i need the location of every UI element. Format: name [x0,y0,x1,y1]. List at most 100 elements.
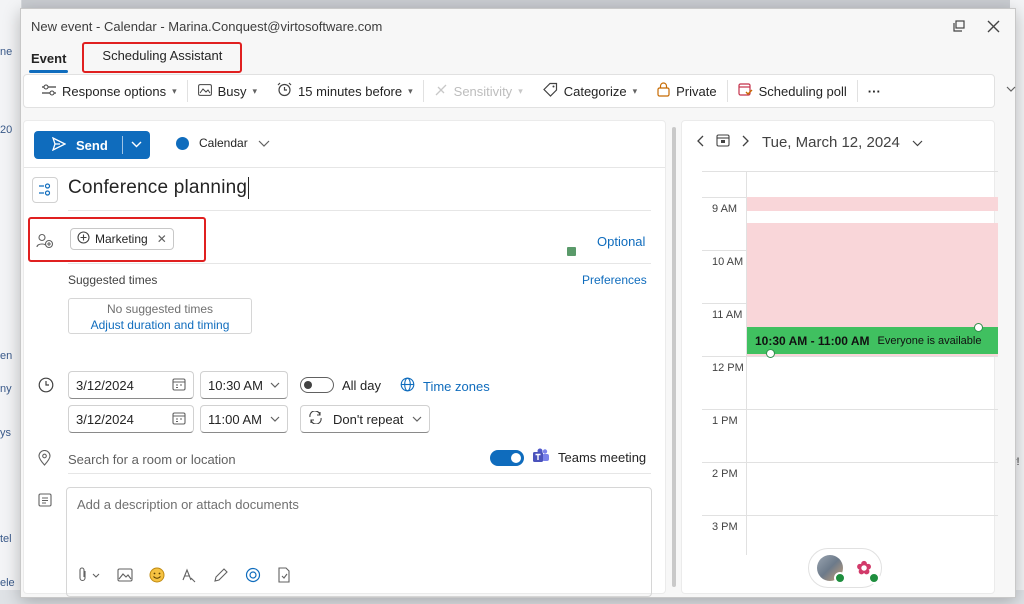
categorize-button[interactable]: Categorize ▾ [533,75,647,107]
sensitivity-label: Sensitivity [453,83,513,99]
add-people-icon [36,233,54,252]
start-date-field[interactable]: 3/12/2024 [68,371,194,399]
apps-icon[interactable] [277,567,291,586]
more-options-button[interactable]: ··· [858,75,891,107]
slot-resize-handle-top[interactable] [974,323,983,332]
scheduler-date-picker[interactable]: Tue, March 12, 2024 [762,134,900,151]
time-zones-label: Time zones [423,378,490,394]
go-to-today-icon[interactable] [716,133,730,151]
bg-fragment: 20 [0,124,13,136]
end-time-value: 11:00 AM [208,411,262,427]
ribbon-toolbar: Response options ▾ Busy ▾ 15 minutes bef… [23,74,1016,108]
popout-icon[interactable] [951,18,967,34]
loop-icon[interactable] [245,567,261,586]
private-label: Private [676,83,717,99]
add-circle-icon [77,231,90,247]
start-time-field[interactable]: 10:30 AM [200,371,288,399]
send-label: Send [76,137,108,153]
poll-icon [737,82,753,100]
private-button[interactable]: Private [647,75,726,107]
status-image-icon [197,83,212,99]
lock-icon [657,82,670,100]
attendee-chip[interactable]: Marketing ✕ [70,228,174,250]
clock-icon [38,377,54,396]
sensitivity-button[interactable]: Sensitivity ▾ [424,75,533,107]
response-options-button[interactable]: Response options ▾ [32,75,187,107]
reminder-label: 15 minutes before [298,83,403,99]
description-placeholder: Add a description or attach documents [77,497,299,512]
attach-icon[interactable] [79,567,101,586]
more-icon: ··· [867,83,881,99]
bg-fragment: ny [0,383,12,395]
slot-resize-handle-bottom[interactable] [766,349,775,358]
chevron-left-icon[interactable] [696,134,704,151]
adjust-duration-link[interactable]: Adjust duration and timing [69,318,251,332]
teams-meeting-toggle[interactable] [490,449,524,466]
new-event-dialog: New event - Calendar - Marina.Conquest@v… [20,8,1016,598]
chevron-down-icon[interactable] [912,134,923,151]
time-zones-button[interactable]: Time zones [400,377,490,395]
avatar [817,555,846,584]
scheduling-poll-label: Scheduling poll [758,83,847,99]
tab-event[interactable]: Event [29,51,69,73]
scheduler-header: Tue, March 12, 2024 [696,133,923,151]
day-scheduler-panel: Tue, March 12, 2024 9 AM 10 AM 11 AM 12 … [681,120,998,594]
available-check-icon [834,572,846,584]
calendar-selector[interactable]: Calendar [176,136,270,150]
close-icon[interactable] [985,18,1001,34]
background-topbar [0,0,1024,8]
scrollbar[interactable] [672,127,676,587]
teams-meeting-label: Teams meeting [558,450,647,465]
titlebar: New event - Calendar - Marina.Conquest@v… [21,9,1015,43]
pen-icon[interactable] [213,567,229,586]
chevron-down-icon: ▾ [252,85,258,96]
send-button[interactable]: Send [34,131,150,159]
selected-time-slot[interactable]: 10:30 AM - 11:00 AM Everyone is availabl… [747,327,998,354]
scheduling-poll-button[interactable]: Scheduling poll [728,75,857,107]
start-time-value: 10:30 AM [208,377,263,393]
alarm-clock-icon [277,82,292,100]
calendar-color-dot [176,136,189,150]
chevron-down-icon [270,379,280,391]
attendee-avatars[interactable]: ✿ [808,548,882,588]
send-main-action[interactable]: Send [34,136,122,154]
optional-attendees-link[interactable]: Optional [597,234,645,249]
description-editor[interactable]: Add a description or attach documents [66,487,652,597]
all-day-toggle[interactable] [300,377,334,393]
preferences-link[interactable]: Preferences [582,273,647,287]
slot-availability: Everyone is available [877,334,982,347]
event-type-icon[interactable] [32,177,58,203]
end-time-field[interactable]: 11:00 AM [200,405,288,433]
location-input[interactable]: Search for a room or location [68,452,236,467]
chevron-down-icon [270,413,280,425]
chevron-down-icon[interactable] [1006,84,1016,95]
tab-scheduling-assistant[interactable]: Scheduling Assistant [82,42,243,73]
busy-status-button[interactable]: Busy ▾ [188,75,267,107]
description-toolbar [79,567,291,586]
sensitivity-icon [434,83,448,100]
bg-fragment: en [0,350,13,362]
chevron-right-icon[interactable] [742,134,750,151]
end-date-field[interactable]: 3/12/2024 [68,405,194,433]
hour-label: 2 PM [712,468,738,480]
repeat-dropdown[interactable]: Don't repeat [300,405,430,433]
time-grid: 9 AM 10 AM 11 AM 12 PM 1 PM 2 PM 3 PM 10… [702,171,998,555]
calendar-label: Calendar [199,136,248,150]
format-text-icon[interactable] [181,567,197,586]
start-date-value: 3/12/2024 [76,377,134,393]
sliders-icon [42,84,56,99]
send-icon [51,136,67,154]
send-options-dropdown[interactable] [123,140,150,151]
remove-attendee-icon[interactable]: ✕ [157,232,167,246]
reminder-button[interactable]: 15 minutes before ▾ [267,75,423,107]
event-title-input[interactable]: Conference planning [68,177,249,199]
chevron-down-icon: ▾ [172,85,177,96]
repeat-label: Don't repeat [333,411,404,427]
presence-indicator [567,247,576,256]
chevron-down-icon: ▾ [408,85,413,96]
divider [68,473,651,474]
tab-bar: Event Scheduling Assistant [21,42,1015,73]
emoji-icon[interactable] [149,567,165,586]
chevron-down-icon [412,413,422,425]
image-icon[interactable] [117,568,133,585]
